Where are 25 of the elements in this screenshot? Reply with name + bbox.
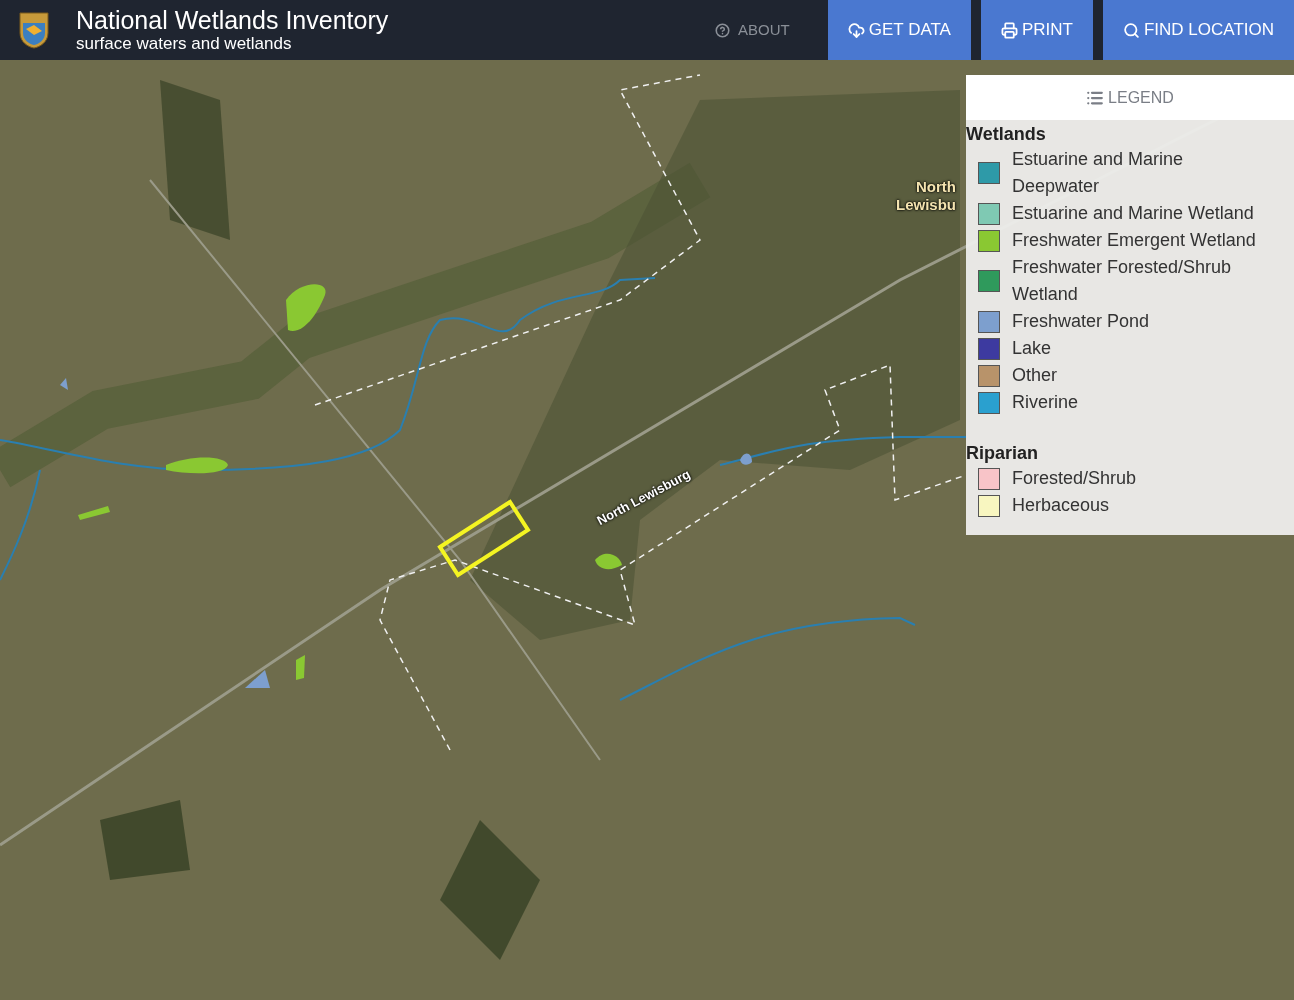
nav-button[interactable]: PRINT — [980, 0, 1093, 60]
nav-link[interactable]: ABOUT — [687, 0, 818, 60]
app-title: National Wetlands Inventory — [76, 6, 389, 34]
legend-label: Freshwater Emergent Wetland — [1012, 229, 1257, 252]
legend-label: Herbaceous — [1012, 494, 1111, 517]
legend-label: Freshwater Pond — [1012, 310, 1151, 333]
legend-label: Estuarine and Marine Wetland — [1012, 202, 1255, 225]
legend-header[interactable]: LEGEND — [966, 75, 1294, 120]
legend-label: Lake — [1012, 337, 1053, 360]
legend-label: Riverine — [1012, 391, 1080, 414]
legend-label: Other — [1012, 364, 1059, 387]
help-icon — [715, 22, 731, 38]
shield-logo-icon — [18, 11, 50, 49]
legend-label: Forested/Shrub — [1012, 467, 1138, 490]
printer-icon — [1000, 21, 1018, 39]
legend-heading: Wetlands — [966, 123, 1047, 146]
cloud-download-icon — [847, 21, 865, 39]
map-label: North Lewisbu — [896, 178, 956, 214]
legend-label: Estuarine and Marine Deepwater — [1012, 148, 1185, 198]
nav-button[interactable]: GET DATA — [827, 0, 971, 60]
nav-button[interactable]: FIND LOCATION — [1102, 0, 1294, 60]
legend-heading: Riparian — [966, 442, 1040, 465]
search-icon — [1122, 21, 1140, 39]
legend-label: Freshwater Forested/Shrub Wetland — [1012, 256, 1233, 306]
app-subtitle: surface waters and wetlands — [76, 34, 293, 54]
